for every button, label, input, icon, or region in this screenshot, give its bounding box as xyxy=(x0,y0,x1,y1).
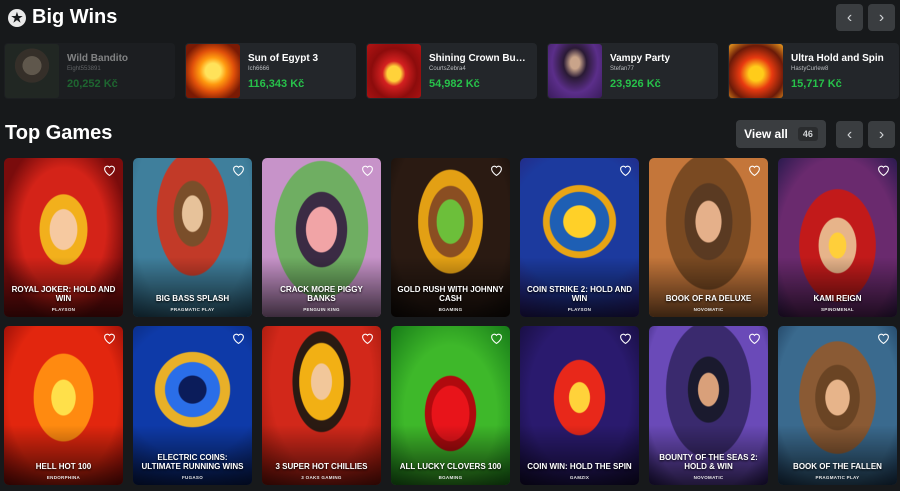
heart-icon[interactable] xyxy=(877,332,890,344)
game-card[interactable]: Kami Reign Spinomenal xyxy=(778,158,897,317)
game-title: Electric Coins: Ultimate Running Wins xyxy=(141,452,244,471)
heart-icon[interactable] xyxy=(361,164,374,176)
win-amount: 15,717 Kč xyxy=(791,77,842,90)
top-games-grid: Royal Joker: Hold and Win Playson Big Ba… xyxy=(4,158,900,485)
game-provider: Pragmatic Play xyxy=(170,307,215,312)
game-card[interactable]: All Lucky Clovers 100 BGaming xyxy=(391,326,510,485)
game-provider: BGaming xyxy=(438,475,463,480)
heart-icon[interactable] xyxy=(103,164,116,176)
big-wins-prev-button[interactable]: ‹ xyxy=(836,4,863,31)
game-title: Hell Hot 100 xyxy=(35,461,92,471)
win-game-name: Shining Crown Buy ... xyxy=(429,52,529,64)
game-title: Royal Joker: Hold and Win xyxy=(11,284,116,303)
game-provider: Endorphina xyxy=(46,475,81,480)
game-provider: Fugaso xyxy=(181,475,204,480)
win-card[interactable]: Sun of Egypt 3 Ich6666 116,343 Kč xyxy=(185,43,356,99)
heart-icon[interactable] xyxy=(490,332,503,344)
game-card[interactable]: Gold Rush with Johnny Cash BGaming xyxy=(391,158,510,317)
win-username: CourtsZebra4 xyxy=(429,65,466,72)
game-title: 3 Super Hot Chillies xyxy=(275,461,368,471)
game-thumbnail xyxy=(548,44,602,98)
view-all-button[interactable]: View all 46 xyxy=(736,120,826,148)
heart-icon[interactable] xyxy=(232,164,245,176)
heart-icon[interactable] xyxy=(361,332,374,344)
win-game-name: Wild Bandito xyxy=(67,52,129,64)
win-card[interactable]: Shining Crown Buy ... CourtsZebra4 54,98… xyxy=(366,43,537,99)
game-card[interactable]: Royal Joker: Hold and Win Playson xyxy=(4,158,123,317)
game-thumbnail xyxy=(186,44,240,98)
chevron-left-icon: ‹ xyxy=(846,125,853,143)
game-thumbnail xyxy=(729,44,783,98)
game-card[interactable]: 3 Super Hot Chillies 3 Oaks Gaming xyxy=(262,326,381,485)
heart-icon[interactable] xyxy=(748,332,761,344)
heart-icon[interactable] xyxy=(103,332,116,344)
game-provider: 3 Oaks Gaming xyxy=(301,475,342,480)
win-username: Ich6666 xyxy=(248,65,270,72)
game-card[interactable]: Electric Coins: Ultimate Running Wins Fu… xyxy=(133,326,252,485)
chevron-left-icon: ‹ xyxy=(846,8,853,26)
game-provider: Novomatic xyxy=(693,307,724,312)
big-wins-title: Big Wins xyxy=(32,6,118,28)
game-card[interactable]: Coin Win: Hold the Spin Gamzix xyxy=(520,326,639,485)
game-card[interactable]: Hell Hot 100 Endorphina xyxy=(4,326,123,485)
game-title: Coin Strike 2: Hold and Win xyxy=(526,284,633,303)
game-card[interactable]: Book of Ra Deluxe Novomatic xyxy=(649,158,768,317)
game-title: Big Bass Splash xyxy=(155,293,230,303)
top-games-next-button[interactable]: › xyxy=(868,121,895,148)
win-amount: 54,982 Kč xyxy=(429,77,480,90)
win-amount: 20,252 Kč xyxy=(67,77,118,90)
game-title: Gold Rush with Johnny Cash xyxy=(397,284,504,303)
win-card[interactable]: Wild Bandito Eight553891 20,252 Kč xyxy=(4,43,175,99)
win-username: Stefan77 xyxy=(610,65,635,72)
heart-icon[interactable] xyxy=(877,164,890,176)
game-title: All Lucky Clovers 100 xyxy=(399,461,502,471)
game-card[interactable]: Coin Strike 2: Hold and Win Playson xyxy=(520,158,639,317)
game-title: Book of the Fallen xyxy=(793,461,882,471)
game-provider: BGaming xyxy=(438,307,463,312)
chevron-right-icon: › xyxy=(878,8,885,26)
win-amount: 23,926 Kč xyxy=(610,77,661,90)
big-wins-next-button[interactable]: › xyxy=(868,4,895,31)
win-game-name: Ultra Hold and Spin xyxy=(791,52,884,64)
game-title: Kami Reign xyxy=(813,293,862,303)
game-title: Coin Win: Hold the Spin xyxy=(527,461,632,471)
game-card[interactable]: Crack More Piggy Banks Penguin King xyxy=(262,158,381,317)
view-all-count-badge: 46 xyxy=(797,127,818,141)
win-game-name: Vampy Party xyxy=(610,52,671,64)
big-wins-list: Wild Bandito Eight553891 20,252 Kč Sun o… xyxy=(0,43,900,101)
game-title: Bounty of the Seas 2: Hold & Win xyxy=(659,452,758,471)
heart-icon[interactable] xyxy=(232,332,245,344)
game-card[interactable]: Bounty of the Seas 2: Hold & Win Novomat… xyxy=(649,326,768,485)
view-all-label: View all xyxy=(744,127,788,141)
game-provider: Gamzix xyxy=(569,475,590,480)
win-card[interactable]: Ultra Hold and Spin HastyCurlew8 15,717 … xyxy=(728,43,899,99)
game-provider: Playson xyxy=(51,307,76,312)
chevron-right-icon: › xyxy=(878,125,885,143)
big-wins-heading: ★ Big Wins xyxy=(8,6,117,29)
game-provider: Novomatic xyxy=(693,475,724,480)
win-amount: 116,343 Kč xyxy=(248,77,305,90)
top-games-title: Top Games xyxy=(5,122,113,144)
heart-icon[interactable] xyxy=(619,164,632,176)
win-game-name: Sun of Egypt 3 xyxy=(248,52,318,64)
win-username: Eight553891 xyxy=(67,65,101,72)
heart-icon[interactable] xyxy=(748,164,761,176)
heart-icon[interactable] xyxy=(619,332,632,344)
star-icon: ★ xyxy=(8,8,26,27)
game-provider: Penguin King xyxy=(303,307,340,312)
game-provider: Playson xyxy=(567,307,592,312)
game-provider: Pragmatic Play xyxy=(815,475,860,480)
game-card[interactable]: Big Bass Splash Pragmatic Play xyxy=(133,158,252,317)
win-username: HastyCurlew8 xyxy=(791,65,829,72)
game-card[interactable]: Book of the Fallen Pragmatic Play xyxy=(778,326,897,485)
win-card[interactable]: Vampy Party Stefan77 23,926 Kč xyxy=(547,43,718,99)
game-thumbnail xyxy=(5,44,59,98)
heart-icon[interactable] xyxy=(490,164,503,176)
top-games-prev-button[interactable]: ‹ xyxy=(836,121,863,148)
game-thumbnail xyxy=(367,44,421,98)
game-provider: Spinomenal xyxy=(820,307,854,312)
game-title: Book of Ra Deluxe xyxy=(665,293,752,303)
game-title: Crack More Piggy Banks xyxy=(280,284,363,303)
